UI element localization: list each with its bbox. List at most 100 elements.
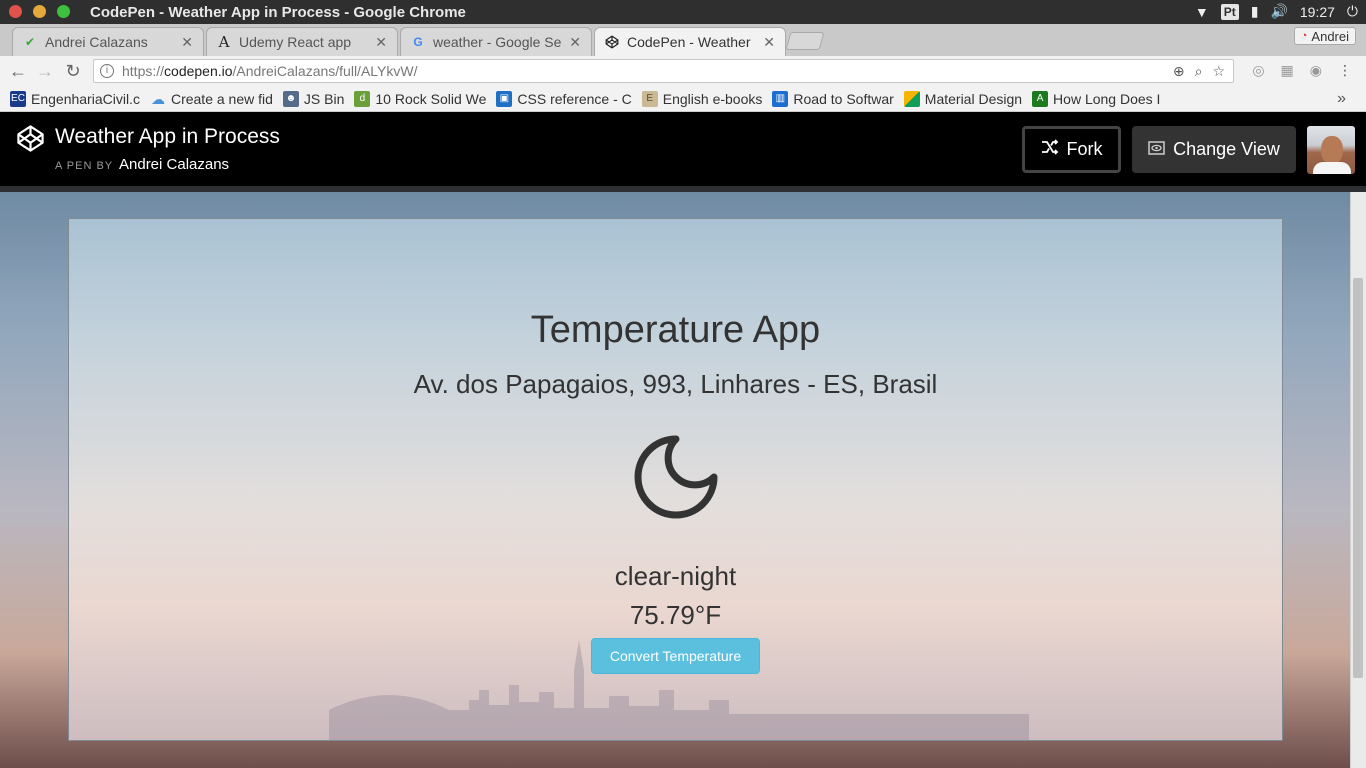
more-bookmarks-chevron-icon[interactable]: » — [1337, 90, 1346, 108]
byline-prefix: A PEN BY — [55, 160, 113, 172]
close-tab-icon[interactable]: ✕ — [375, 34, 387, 51]
menu-kebab-icon[interactable]: ⋮ — [1338, 62, 1352, 79]
codepen-logo-icon[interactable] — [16, 124, 45, 158]
reload-icon[interactable]: ↻ — [63, 61, 83, 82]
bookmark-item[interactable]: ▣ CSS reference - C — [496, 90, 632, 107]
bookmark-item[interactable]: ☻ JS Bin — [282, 90, 345, 107]
codepen-header: Weather App in Process A PEN BY Andrei C… — [0, 112, 1366, 186]
bookmarks-bar: EC EngenhariaCivil.c ☁ Create a new fid ☻ J… — [0, 86, 1366, 112]
address-bar[interactable]: i https://codepen.io/AndreiCalazans/full… — [93, 59, 1234, 83]
extension-icon[interactable]: ▦ — [1281, 62, 1294, 79]
os-title-bar: CodePen - Weather App in Process - Googl… — [0, 0, 1366, 24]
url-host: codepen.io — [164, 63, 233, 79]
udemy-favicon-icon: A — [218, 33, 230, 51]
tab-codepen-weather[interactable]: CodePen - Weather ✕ — [594, 27, 786, 56]
system-tray: ▼ Pt ▮ 🔊 19:27 ⏻ — [1195, 3, 1358, 20]
user-avatar[interactable] — [1307, 126, 1355, 174]
bookmark-item[interactable]: ☁ Create a new fid — [150, 91, 273, 107]
clock[interactable]: 19:27 — [1300, 4, 1335, 20]
jsbin-icon: ☻ — [282, 90, 299, 107]
location-icon[interactable]: ⊕ — [1173, 63, 1185, 80]
eye-icon — [1148, 139, 1165, 160]
wifi-icon[interactable]: ▼ — [1195, 4, 1209, 20]
extension-icon[interactable]: ◎ — [1252, 62, 1264, 79]
weather-card: Temperature App Av. dos Papagaios, 993, … — [68, 218, 1283, 741]
new-tab-button[interactable] — [785, 32, 825, 50]
close-tab-icon[interactable]: ✕ — [763, 34, 775, 51]
bookmark-label: How Long Does I — [1053, 90, 1161, 107]
bookmark-label: CSS reference - C — [517, 90, 632, 107]
bookmark-item[interactable]: ▥ Road to Softwar — [772, 90, 894, 107]
fork-icon — [1041, 139, 1059, 160]
forward-arrow-icon[interactable]: → — [35, 61, 55, 82]
url-path: /AndreiCalazans/full/ALYkvW/ — [232, 63, 418, 79]
bookmark-favicon-icon: EC — [10, 90, 26, 107]
mdn-icon: ▣ — [496, 90, 513, 107]
bookmark-label: EngenhariaCivil.c — [31, 90, 140, 107]
bookmark-label: English e-books — [662, 90, 763, 107]
fork-label: Fork — [1066, 139, 1103, 159]
bookmark-item[interactable]: A How Long Does I — [1032, 90, 1161, 107]
moon-icon — [634, 435, 718, 519]
scrollbar-thumb[interactable] — [1353, 278, 1363, 678]
tab-label: Udemy React app — [239, 34, 352, 50]
codepen-favicon-icon — [605, 35, 619, 49]
pen-author-link[interactable]: Andrei Calazans — [119, 156, 229, 173]
tab-udemy-react-app[interactable]: A Udemy React app ✕ — [206, 27, 398, 56]
temperature-value: 75.79°F — [629, 600, 722, 630]
app-title: Temperature App — [530, 309, 821, 351]
location-address: Av. dos Papagaios, 993, Linhares - ES, B… — [413, 369, 938, 399]
change-view-label: Change View — [1173, 139, 1280, 159]
bookmark-item[interactable]: d 10 Rock Solid We — [354, 90, 487, 107]
url-protocol: https:// — [122, 63, 165, 79]
tab-strip: ✔ Andrei Calazans ✕ A Udemy React app ✕ … — [0, 24, 1366, 56]
bookmark-label: Road to Softwar — [793, 90, 894, 107]
material-design-icon — [903, 90, 920, 107]
toolbar: ← → ↻ i https://codepen.io/AndreiCalazan… — [0, 56, 1366, 86]
profile-button[interactable]: ◔ Andrei — [1293, 27, 1356, 45]
weather-summary: clear-night — [614, 561, 737, 591]
window-title: CodePen - Weather App in Process - Googl… — [90, 4, 466, 21]
bookmark-favicon-icon: d — [354, 90, 371, 107]
convert-temperature-button[interactable]: Convert Temperature — [591, 638, 760, 674]
bookmark-label: Create a new fid — [170, 90, 273, 107]
keyboard-layout-indicator[interactable]: Pt — [1220, 3, 1239, 20]
bookmark-item[interactable]: EC EngenhariaCivil.c — [10, 90, 140, 107]
bookmark-label: 10 Rock Solid We — [375, 90, 487, 107]
trello-icon: ▥ — [772, 90, 789, 107]
checkmark-favicon-icon: ✔ — [24, 35, 36, 49]
tab-label: CodePen - Weather — [627, 34, 751, 50]
window-maximize-button[interactable] — [57, 5, 70, 18]
tab-label: weather - Google Se — [433, 34, 562, 50]
back-arrow-icon[interactable]: ← — [8, 61, 28, 82]
fork-button[interactable]: Fork — [1022, 126, 1121, 173]
site-info-icon[interactable]: i — [100, 64, 114, 78]
volume-icon[interactable]: 🔊 — [1270, 3, 1287, 20]
pen-byline: A PEN BY Andrei Calazans — [55, 156, 229, 173]
extension-icon[interactable]: ◉ — [1310, 62, 1322, 79]
bookmark-item[interactable]: E English e-books — [641, 90, 763, 107]
bookmark-favicon-icon: A — [1032, 90, 1049, 107]
zoom-icon[interactable]: ⌕ — [1195, 63, 1203, 80]
pen-title: Weather App in Process — [55, 125, 280, 148]
bookmark-item[interactable]: Material Design — [903, 90, 1023, 107]
window-close-button[interactable] — [9, 5, 22, 18]
tab-weather-google-search[interactable]: G weather - Google Se ✕ — [400, 27, 592, 56]
tab-label: Andrei Calazans — [45, 34, 148, 50]
tab-andrei-calazans[interactable]: ✔ Andrei Calazans ✕ — [12, 27, 204, 56]
bookmark-star-icon[interactable]: ☆ — [1212, 63, 1225, 80]
power-icon[interactable]: ⏻ — [1347, 3, 1358, 20]
close-tab-icon[interactable]: ✕ — [181, 34, 193, 51]
bookmark-label: JS Bin — [303, 90, 345, 107]
book-icon: E — [641, 90, 658, 107]
profile-icon: ◔ — [1300, 30, 1308, 42]
close-tab-icon[interactable]: ✕ — [569, 34, 581, 51]
vertical-scrollbar[interactable]: ▲ — [1350, 192, 1366, 768]
battery-icon[interactable]: ▮ — [1251, 3, 1259, 20]
window-minimize-button[interactable] — [33, 5, 46, 18]
google-favicon-icon: G — [413, 35, 423, 49]
bookmark-label: Material Design — [924, 90, 1023, 107]
cloud-icon: ☁ — [150, 90, 165, 107]
profile-name: Andrei — [1311, 28, 1349, 44]
change-view-button[interactable]: Change View — [1132, 126, 1296, 173]
